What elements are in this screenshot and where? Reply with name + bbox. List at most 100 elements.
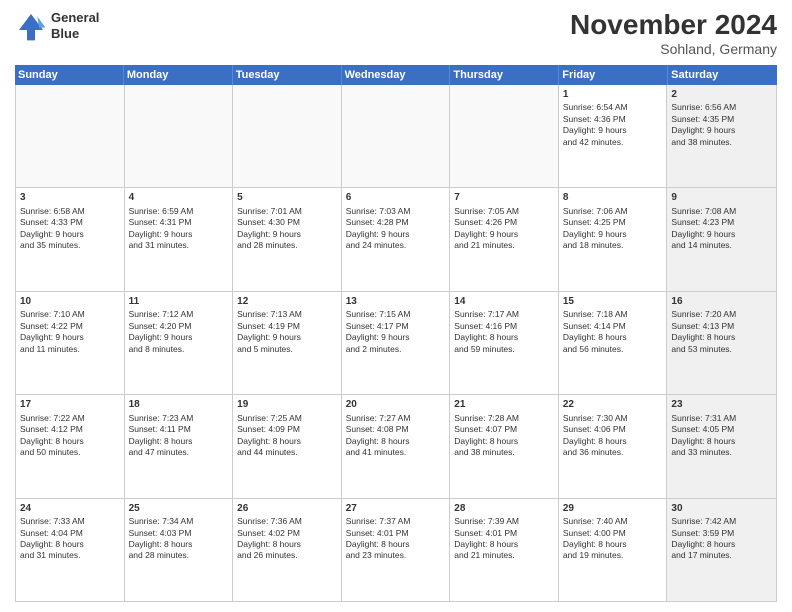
day-info-line: Sunrise: 7:01 AM — [237, 206, 337, 217]
header-cell-sunday: Sunday — [15, 65, 124, 85]
day-number: 27 — [346, 502, 446, 516]
day-info-line: Sunrise: 6:58 AM — [20, 206, 120, 217]
calendar-row-0: 1Sunrise: 6:54 AMSunset: 4:36 PMDaylight… — [16, 85, 776, 188]
day-info-line: and 36 minutes. — [563, 447, 663, 458]
day-info-line: Sunset: 4:01 PM — [346, 528, 446, 539]
day-info-line: Sunrise: 7:08 AM — [671, 206, 772, 217]
day-info-line: Daylight: 8 hours — [129, 539, 229, 550]
day-info-line: and 47 minutes. — [129, 447, 229, 458]
day-info-line: and 50 minutes. — [20, 447, 120, 458]
header-cell-wednesday: Wednesday — [342, 65, 451, 85]
day-cell-4: 4Sunrise: 6:59 AMSunset: 4:31 PMDaylight… — [125, 188, 234, 290]
day-info-line: and 35 minutes. — [20, 240, 120, 251]
day-info-line: and 14 minutes. — [671, 240, 772, 251]
day-info-line: Sunrise: 7:28 AM — [454, 413, 554, 424]
logo-line1: General — [51, 10, 99, 26]
calendar-body: 1Sunrise: 6:54 AMSunset: 4:36 PMDaylight… — [16, 85, 776, 601]
day-info-line: Sunset: 4:30 PM — [237, 217, 337, 228]
day-info-line: and 21 minutes. — [454, 240, 554, 251]
day-info-line: Sunrise: 7:34 AM — [129, 516, 229, 527]
day-info-line: and 53 minutes. — [671, 344, 772, 355]
day-info-line: Sunset: 4:00 PM — [563, 528, 663, 539]
day-cell-30: 30Sunrise: 7:42 AMSunset: 3:59 PMDayligh… — [667, 499, 776, 601]
day-info-line: and 42 minutes. — [563, 137, 663, 148]
day-info-line: Sunrise: 7:22 AM — [20, 413, 120, 424]
day-info-line: and 17 minutes. — [671, 550, 772, 561]
day-info-line: Sunrise: 7:15 AM — [346, 309, 446, 320]
day-info-line: Sunset: 4:12 PM — [20, 424, 120, 435]
day-number: 16 — [671, 295, 772, 309]
day-cell-15: 15Sunrise: 7:18 AMSunset: 4:14 PMDayligh… — [559, 292, 668, 394]
day-number: 19 — [237, 398, 337, 412]
empty-cell-0-0 — [16, 85, 125, 187]
day-info-line: and 24 minutes. — [346, 240, 446, 251]
day-number: 2 — [671, 88, 772, 102]
day-cell-12: 12Sunrise: 7:13 AMSunset: 4:19 PMDayligh… — [233, 292, 342, 394]
day-cell-17: 17Sunrise: 7:22 AMSunset: 4:12 PMDayligh… — [16, 395, 125, 497]
day-info-line: and 5 minutes. — [237, 344, 337, 355]
day-number: 17 — [20, 398, 120, 412]
day-number: 22 — [563, 398, 663, 412]
day-number: 11 — [129, 295, 229, 309]
day-info-line: Sunrise: 6:54 AM — [563, 102, 663, 113]
day-number: 9 — [671, 191, 772, 205]
day-number: 1 — [563, 88, 663, 102]
day-number: 14 — [454, 295, 554, 309]
empty-cell-0-1 — [125, 85, 234, 187]
day-info-line: Daylight: 9 hours — [237, 229, 337, 240]
day-info-line: Sunrise: 7:05 AM — [454, 206, 554, 217]
day-info-line: Sunrise: 7:20 AM — [671, 309, 772, 320]
day-info-line: Sunrise: 7:30 AM — [563, 413, 663, 424]
empty-cell-0-4 — [450, 85, 559, 187]
day-cell-5: 5Sunrise: 7:01 AMSunset: 4:30 PMDaylight… — [233, 188, 342, 290]
day-number: 7 — [454, 191, 554, 205]
day-info-line: Sunrise: 7:06 AM — [563, 206, 663, 217]
logo-line2: Blue — [51, 26, 99, 42]
day-info-line: Daylight: 9 hours — [563, 229, 663, 240]
day-number: 18 — [129, 398, 229, 412]
day-info-line: and 11 minutes. — [20, 344, 120, 355]
day-info-line: Daylight: 8 hours — [671, 436, 772, 447]
day-info-line: Daylight: 8 hours — [346, 436, 446, 447]
day-cell-27: 27Sunrise: 7:37 AMSunset: 4:01 PMDayligh… — [342, 499, 451, 601]
day-cell-16: 16Sunrise: 7:20 AMSunset: 4:13 PMDayligh… — [667, 292, 776, 394]
day-info-line: and 56 minutes. — [563, 344, 663, 355]
day-cell-23: 23Sunrise: 7:31 AMSunset: 4:05 PMDayligh… — [667, 395, 776, 497]
day-cell-2: 2Sunrise: 6:56 AMSunset: 4:35 PMDaylight… — [667, 85, 776, 187]
day-info-line: and 38 minutes. — [454, 447, 554, 458]
day-info-line: Sunset: 4:17 PM — [346, 321, 446, 332]
day-info-line: Sunrise: 7:37 AM — [346, 516, 446, 527]
day-info-line: Sunrise: 7:27 AM — [346, 413, 446, 424]
day-cell-19: 19Sunrise: 7:25 AMSunset: 4:09 PMDayligh… — [233, 395, 342, 497]
day-info-line: Daylight: 8 hours — [454, 539, 554, 550]
day-number: 30 — [671, 502, 772, 516]
day-cell-24: 24Sunrise: 7:33 AMSunset: 4:04 PMDayligh… — [16, 499, 125, 601]
day-number: 28 — [454, 502, 554, 516]
logo-icon — [15, 10, 47, 42]
day-info-line: Sunset: 4:05 PM — [671, 424, 772, 435]
day-number: 24 — [20, 502, 120, 516]
day-info-line: Sunset: 4:13 PM — [671, 321, 772, 332]
day-info-line: Sunrise: 7:13 AM — [237, 309, 337, 320]
day-info-line: and 59 minutes. — [454, 344, 554, 355]
day-info-line: and 19 minutes. — [563, 550, 663, 561]
day-info-line: Sunrise: 7:33 AM — [20, 516, 120, 527]
calendar-row-3: 17Sunrise: 7:22 AMSunset: 4:12 PM Dayligh… — [16, 395, 776, 498]
day-info-line: and 26 minutes. — [237, 550, 337, 561]
empty-cell-0-3 — [342, 85, 451, 187]
header-cell-saturday: Saturday — [668, 65, 777, 85]
day-info-line: Daylight: 9 hours — [20, 229, 120, 240]
day-info-line: Daylight: 8 hours — [563, 332, 663, 343]
day-cell-9: 9Sunrise: 7:08 AMSunset: 4:23 PMDaylight… — [667, 188, 776, 290]
day-number: 26 — [237, 502, 337, 516]
day-cell-11: 11Sunrise: 7:12 AMSunset: 4:20 PMDayligh… — [125, 292, 234, 394]
day-cell-25: 25Sunrise: 7:34 AMSunset: 4:03 PMDayligh… — [125, 499, 234, 601]
day-info-line: Daylight: 9 hours — [671, 125, 772, 136]
day-info-line: Sunset: 4:31 PM — [129, 217, 229, 228]
day-number: 20 — [346, 398, 446, 412]
day-info-line: Daylight: 9 hours — [346, 332, 446, 343]
day-info-line: and 21 minutes. — [454, 550, 554, 561]
day-number: 8 — [563, 191, 663, 205]
day-info-line: Daylight: 8 hours — [129, 436, 229, 447]
month-title: November 2024 — [570, 10, 777, 41]
